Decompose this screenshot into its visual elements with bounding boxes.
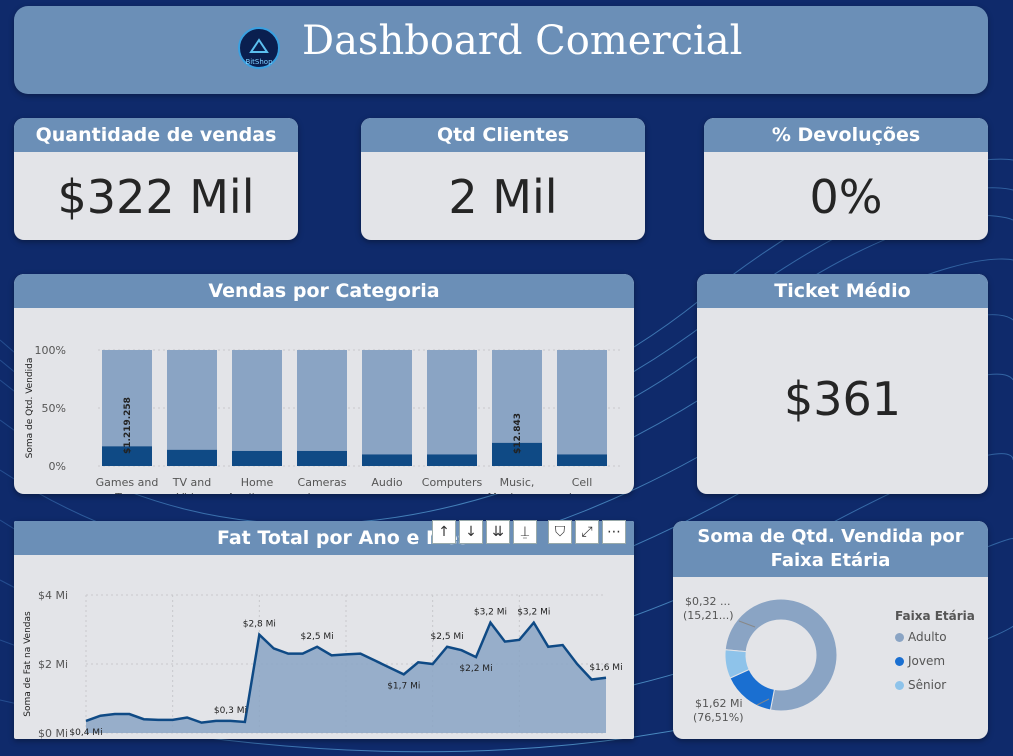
focus-mode-icon[interactable]: ⤢	[575, 520, 599, 544]
x-tick-label: Movies a...	[487, 491, 546, 494]
faixa-etaria-donut-chart: $0,32 ...(15,21...) $1,62 Mi(76,51%)	[683, 595, 838, 724]
arrow-up-icon[interactable]: ↑	[432, 520, 456, 544]
category-bar-chart: 100% 50% 0% Soma de Qtd. Vendida $1.219.258 G…	[25, 344, 622, 494]
expand-hierarchy-icon[interactable]: ⍊	[513, 520, 537, 544]
chart-card-vendas-por-categoria[interactable]: Vendas por Categoria 100% 50% 0% Soma de Qt…	[14, 274, 634, 494]
bar-segment-light	[232, 350, 282, 451]
double-arrow-down-icon[interactable]: ⇊	[486, 520, 510, 544]
y-tick-label: 0%	[49, 460, 66, 473]
bar-data-label: $1.219.258	[123, 397, 133, 454]
slice-label-value: $0,32 ...	[685, 595, 730, 608]
bar-segment-dark	[167, 449, 217, 466]
y-tick-label: $4 Mi	[38, 589, 68, 602]
data-label: $3,2 Mi	[517, 608, 550, 618]
kpi-value: 2 Mil	[448, 170, 558, 224]
data-label: $2,5 Mi	[301, 632, 334, 642]
kpi-label: Qtd Clientes	[361, 118, 645, 152]
legend-swatch	[895, 656, 904, 666]
x-tick-label: jan 2024	[408, 737, 457, 739]
bar-segment-dark	[557, 454, 607, 466]
bar-segment-dark	[362, 454, 412, 466]
data-label: $2,8 Mi	[243, 620, 276, 630]
arrow-down-icon[interactable]: ↓	[459, 520, 483, 544]
x-tick-label: jul 2022	[149, 737, 195, 739]
y-axis-label: Soma de Fat na Vendas	[23, 611, 33, 717]
slice-label-pct: (15,21...)	[683, 609, 734, 622]
x-tick-label: jan 2023	[234, 737, 283, 739]
filter-icon[interactable]: ⛉	[548, 520, 572, 544]
bar-segment-light	[297, 350, 347, 451]
donut-legend: Faixa Etária Adulto Jovem Sênior	[895, 609, 975, 697]
slice-label-pct: (76,51%)	[693, 711, 744, 724]
x-tick-label: Appliances	[227, 491, 287, 494]
chart-title-block: Soma de Qtd. Vendida por Faixa Etária	[673, 521, 988, 577]
chart-title-line: Faixa Etária	[770, 550, 891, 571]
x-tick-label: Video	[177, 491, 208, 494]
x-tick-label: Cameras	[298, 476, 347, 489]
x-tick-label: jul 2023	[323, 737, 369, 739]
bar-data-label: $12.843	[513, 413, 523, 454]
data-label: $3,2 Mi	[474, 608, 507, 618]
x-tick-label: and camc...	[290, 491, 354, 494]
chart-card-faixa-etaria[interactable]: Soma de Qtd. Vendida por Faixa Etária $0…	[673, 521, 988, 739]
legend-label: Sênior	[908, 678, 947, 692]
data-label: $0,3 Mi	[214, 706, 247, 716]
bar-segment-light	[362, 350, 412, 455]
bar-segment-light	[557, 350, 607, 455]
data-label: $2,2 Mi	[459, 664, 492, 674]
x-tick-label: Cell	[572, 476, 593, 489]
data-label: $1,7 Mi	[387, 681, 420, 691]
area-fill	[86, 622, 606, 733]
x-tick-label: phones	[562, 491, 602, 494]
bar-segment-light	[167, 350, 217, 450]
y-tick-label: $2 Mi	[38, 658, 68, 671]
bar-segment-light	[427, 350, 477, 455]
legend-label: Adulto	[908, 630, 947, 644]
x-tick-label: TV and	[172, 476, 211, 489]
kpi-label: Quantidade de vendas	[14, 118, 298, 152]
bar-segment-dark	[232, 450, 282, 466]
legend-title: Faixa Etária	[895, 609, 975, 623]
data-label: $2,5 Mi	[431, 632, 464, 642]
x-tick-label: Home	[241, 476, 274, 489]
kpi-card-devolucoes[interactable]: % Devoluções 0%	[704, 118, 988, 240]
legend-label: Jovem	[908, 654, 946, 668]
legend-item-adulto[interactable]: Adulto	[895, 625, 975, 649]
kpi-value: 0%	[809, 170, 883, 224]
x-tick-label: Audio	[371, 476, 403, 489]
legend-item-senior[interactable]: Sênior	[895, 673, 975, 697]
chart-title: Vendas por Categoria	[14, 274, 634, 308]
y-tick-label: 100%	[35, 344, 66, 357]
kpi-card-ticket-medio[interactable]: Ticket Médio $361	[697, 274, 988, 494]
more-options-icon[interactable]: ⋯	[602, 520, 626, 544]
legend-swatch	[895, 680, 904, 690]
bar-segment-dark	[427, 454, 477, 466]
legend-item-jovem[interactable]: Jovem	[895, 649, 975, 673]
kpi-label: % Devoluções	[704, 118, 988, 152]
chart-title-line: Soma de Qtd. Vendida por	[697, 526, 964, 547]
y-axis-label: Soma de Qtd. Vendida	[25, 358, 35, 459]
bar-segment-dark	[297, 450, 347, 466]
kpi-card-quantidade-vendas[interactable]: Quantidade de vendas $322 Mil	[14, 118, 298, 240]
kpi-label: Ticket Médio	[697, 274, 988, 308]
page-title: Dashboard Comercial	[302, 18, 743, 64]
x-tick-label: jul 2024	[496, 737, 542, 739]
kpi-card-qtd-clientes[interactable]: Qtd Clientes 2 Mil	[361, 118, 645, 240]
logo-text: BitShop	[245, 58, 273, 66]
x-tick-label: Toys	[114, 491, 139, 494]
slice-label-value: $1,62 Mi	[695, 697, 743, 710]
bitshop-logo: BitShop	[238, 27, 280, 69]
fat-total-area-chart: $0 Mi$2 Mi$4 Mijan 2022jul 2022jan 2023j…	[23, 589, 623, 739]
x-tick-label: Games and	[96, 476, 159, 489]
y-tick-label: 50%	[42, 402, 66, 415]
kpi-value: $322 Mil	[57, 170, 255, 224]
chart-card-fat-total[interactable]: Fat Total por Ano e Mês $0 Mi$2 Mi$4 Mij…	[14, 521, 634, 739]
legend-swatch	[895, 632, 904, 642]
x-tick-label: Music,	[500, 476, 535, 489]
visual-toolbar: ↑ ↓ ⇊ ⍊ ⛉ ⤢ ⋯	[432, 520, 626, 546]
kpi-value: $361	[783, 372, 902, 426]
data-label: $1,6 Mi	[589, 663, 622, 673]
x-tick-label: Computers	[422, 476, 483, 489]
data-label: $0,4 Mi	[69, 728, 102, 738]
